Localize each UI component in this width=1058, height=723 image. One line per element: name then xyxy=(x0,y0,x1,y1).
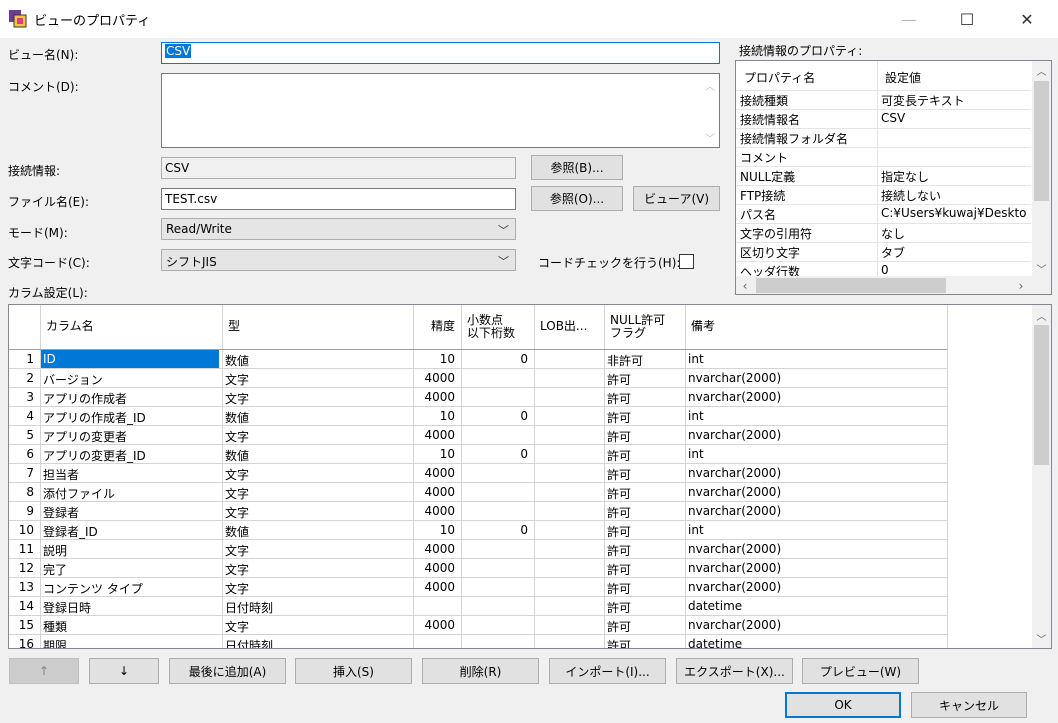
view-name-input[interactable]: CSV xyxy=(161,42,720,64)
preview-button[interactable]: プレビュー(W) xyxy=(802,658,919,684)
scroll-down-icon[interactable]: ﹀ xyxy=(704,130,716,145)
comment-textarea[interactable]: ︿ ﹀ xyxy=(161,73,720,148)
columns-grid[interactable]: カラム名型精度 小数点 以下桁数 LOB出... NULL許可 フラグ 備考 1 ID 数値 1… xyxy=(8,304,1052,649)
cell-scale[interactable] xyxy=(463,637,528,648)
cancel-button[interactable]: キャンセル xyxy=(911,692,1027,718)
props-row[interactable]: 接続情報フォルダ名 xyxy=(736,129,1031,148)
connection-field: CSV xyxy=(161,157,516,179)
props-row[interactable]: パス名 C:¥Users¥kuwaj¥Deskto xyxy=(736,205,1031,224)
props-row-name: 接続種類 xyxy=(740,94,789,108)
cell-name[interactable]: ID xyxy=(41,350,219,369)
props-row[interactable]: コメント xyxy=(736,148,1031,167)
cell-name[interactable]: 期限 xyxy=(43,637,221,648)
mode-value: Read/Write xyxy=(166,222,232,236)
scroll-up-icon[interactable]: ︿ xyxy=(704,78,716,93)
ok-button[interactable]: OK xyxy=(785,692,901,718)
append-button[interactable]: 最後に追加(A) xyxy=(169,658,286,684)
grid-vscroll-thumb[interactable] xyxy=(1034,325,1049,465)
scroll-up-icon[interactable]: ︿ xyxy=(1034,63,1049,78)
insert-button[interactable]: 挿入(S) xyxy=(295,658,412,684)
props-row[interactable]: 文字の引用符 なし xyxy=(736,224,1031,243)
export-button[interactable]: エクスポート(X)... xyxy=(676,658,793,684)
grid-header-name[interactable]: カラム名 xyxy=(46,320,220,333)
charset-select[interactable]: シフトJIS ﹀ xyxy=(161,249,516,271)
props-vscroll-thumb[interactable] xyxy=(1034,81,1049,201)
props-title: 接続情報のプロパティ: xyxy=(739,44,863,58)
codecheck-checkbox[interactable] xyxy=(679,254,694,269)
scroll-down-icon[interactable]: ﹀ xyxy=(1034,261,1049,276)
props-row-value: C:¥Users¥kuwaj¥Deskto xyxy=(881,206,1027,220)
props-row-value: なし xyxy=(881,227,906,241)
props-row-name: 文字の引用符 xyxy=(740,227,813,241)
app-icon xyxy=(9,10,27,28)
cell-type[interactable]: 日付時刻 xyxy=(225,637,412,648)
grid-header-type[interactable]: 型 xyxy=(228,320,411,333)
props-row[interactable]: 接続情報名 CSV xyxy=(736,110,1031,129)
props-row-value: 可変長テキスト xyxy=(881,94,965,108)
props-row-name: コメント xyxy=(740,151,789,165)
props-row-name: 接続情報名 xyxy=(740,113,801,127)
grid-header-precision[interactable]: 精度 xyxy=(419,320,455,333)
grid-header-nullable[interactable]: NULL許可 フラグ xyxy=(610,314,683,340)
grid-header-remarks[interactable]: 備考 xyxy=(691,320,945,333)
props-row-name: 区切り文字 xyxy=(740,246,801,260)
props-header-value: 設定値 xyxy=(885,71,922,85)
grid-header-lob[interactable]: LOB出... xyxy=(540,320,602,333)
close-button[interactable]: ✕ xyxy=(1004,0,1050,38)
filename-label: ファイル名(E): xyxy=(8,195,89,209)
props-header: プロパティ名 設定値 xyxy=(736,61,1031,91)
scroll-right-icon[interactable]: › xyxy=(1014,279,1028,293)
props-row-name: FTP接続 xyxy=(740,189,786,203)
cell-remarks[interactable]: datetime xyxy=(688,637,946,648)
props-row[interactable]: FTP接続 接続しない xyxy=(736,186,1031,205)
scroll-up-icon[interactable]: ︿ xyxy=(1034,308,1049,323)
props-row-name: NULL定義 xyxy=(740,170,796,184)
props-row-name: パス名 xyxy=(740,208,777,222)
props-row[interactable]: 区切り文字 タブ xyxy=(736,243,1031,262)
viewer-button[interactable]: ビューア(V) xyxy=(633,186,720,211)
props-row-value: 0 xyxy=(881,263,889,277)
minimize-button[interactable]: — xyxy=(886,0,932,38)
filename-input[interactable]: TEST.csv xyxy=(161,188,516,210)
maximize-button[interactable]: ☐ xyxy=(944,0,990,38)
import-button[interactable]: インポート(I)... xyxy=(549,658,666,684)
cell-lob[interactable] xyxy=(537,637,603,648)
browse-file-button[interactable]: 参照(O)... xyxy=(531,186,623,211)
codecheck-label: コードチェックを行う(H): xyxy=(538,256,681,270)
props-row-value: CSV xyxy=(881,111,906,125)
connection-label: 接続情報: xyxy=(8,164,61,178)
props-row-value: タブ xyxy=(881,246,906,260)
props-row[interactable]: 接続種類 可変長テキスト xyxy=(736,91,1031,110)
window-title: ビューのプロパティ xyxy=(34,14,151,29)
delete-button[interactable]: 削除(R) xyxy=(422,658,539,684)
comment-label: コメント(D): xyxy=(8,80,79,94)
columns-label: カラム設定(L): xyxy=(8,286,88,300)
props-header-name: プロパティ名 xyxy=(744,71,816,85)
cell-precision[interactable] xyxy=(415,637,455,648)
scroll-down-icon[interactable]: ﹀ xyxy=(1034,631,1049,646)
charset-label: 文字コード(C): xyxy=(8,256,90,270)
browse-connection-button[interactable]: 参照(B)... xyxy=(531,155,623,180)
props-row[interactable]: NULL定義 指定なし xyxy=(736,167,1031,186)
mode-select[interactable]: Read/Write ﹀ xyxy=(161,218,516,240)
chevron-down-icon: ﹀ xyxy=(498,224,509,237)
props-row-name: 接続情報フォルダ名 xyxy=(740,132,849,146)
scroll-left-icon[interactable]: ‹ xyxy=(738,279,752,293)
props-panel[interactable]: プロパティ名 設定値 接続種類 可変長テキスト接続情報名 CSV 接続情報フォルダ名コ… xyxy=(735,60,1052,295)
view-name-value: CSV xyxy=(165,44,192,58)
chevron-down-icon: ﹀ xyxy=(498,255,509,268)
grid-header-scale[interactable]: 小数点 以下桁数 xyxy=(467,314,532,340)
props-row-value: 指定なし xyxy=(881,170,930,184)
cell-nullable[interactable]: 許可 xyxy=(607,637,684,648)
props-row-value: 接続しない xyxy=(881,189,942,203)
charset-value: シフトJIS xyxy=(166,255,217,269)
view-name-label: ビュー名(N): xyxy=(8,48,79,62)
row-number: 16 xyxy=(18,637,34,649)
move-down-button[interactable]: ↓ xyxy=(89,658,159,684)
mode-label: モード(M): xyxy=(8,226,68,240)
move-up-button[interactable]: ↑ xyxy=(9,658,79,684)
props-hscroll-thumb[interactable] xyxy=(756,278,946,293)
